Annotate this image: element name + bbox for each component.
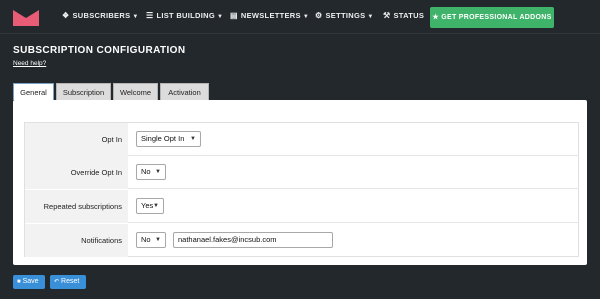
trophy-icon: ★	[432, 14, 439, 21]
save-button-label: Save	[22, 278, 39, 285]
nav-subscribers[interactable]: ❖ SUBSCRIBERS ▼	[62, 11, 139, 20]
nav-settings-label: SETTINGS	[325, 11, 366, 20]
chevron-down-icon: ▼	[132, 14, 139, 20]
top-navigation-bar: ❖ SUBSCRIBERS ▼ ☰ LIST BUILDING ▼ ▤ NEWSLETTE…	[0, 0, 600, 34]
brand-logo-icon[interactable]	[13, 10, 39, 26]
nav-settings[interactable]: ⚙ SETTINGS ▼	[315, 11, 374, 20]
form-row-repeated-subscriptions: Repeated subscriptions Yes ▼	[25, 190, 578, 223]
tab-general[interactable]: General	[13, 83, 54, 100]
chevron-down-icon: ▼	[216, 14, 224, 20]
override-opt-in-select-value: No	[141, 167, 151, 176]
nav-list-building-label: LIST BUILDING	[156, 11, 215, 20]
settings-panel: Opt In Single Opt In ▼ Override Opt In N…	[13, 100, 587, 265]
chevron-down-icon: ▼	[367, 14, 374, 20]
nav-newsletters[interactable]: ▤ NEWSLETTERS ▼	[230, 11, 309, 20]
tab-activation[interactable]: Activation	[160, 83, 209, 100]
tab-subscription[interactable]: Subscription	[56, 83, 111, 100]
page-title: SUBSCRIPTION CONFIGURATION	[13, 45, 186, 56]
list-icon: ☰	[146, 11, 154, 20]
users-icon: ❖	[62, 11, 70, 20]
opt-in-label: Opt In	[25, 123, 128, 156]
need-help-link[interactable]: Need help?	[13, 60, 46, 67]
chevron-down-icon: ▼	[155, 237, 161, 243]
nav-subscribers-label: SUBSCRIBERS	[72, 11, 131, 20]
opt-in-select-value: Single Opt In	[141, 134, 185, 143]
save-button[interactable]: ■ Save	[13, 275, 45, 289]
repeated-subscriptions-label: Repeated subscriptions	[25, 190, 128, 223]
chevron-down-icon: ▼	[190, 136, 196, 142]
nav-list-building[interactable]: ☰ LIST BUILDING ▼	[146, 11, 223, 20]
override-opt-in-select[interactable]: No ▼	[136, 164, 166, 180]
form-row-opt-in: Opt In Single Opt In ▼	[25, 123, 578, 156]
repeated-subscriptions-select-value: Yes	[141, 201, 154, 210]
save-icon: ■	[17, 279, 21, 285]
opt-in-select[interactable]: Single Opt In ▼	[136, 131, 201, 147]
reset-button[interactable]: ↶ Reset	[50, 275, 86, 289]
reset-button-label: Reset	[61, 278, 80, 285]
chevron-down-icon: ▼	[153, 203, 159, 209]
repeated-subscriptions-select[interactable]: Yes ▼	[136, 198, 164, 214]
nav-status[interactable]: ⚒ STATUS	[383, 11, 424, 20]
wrench-icon: ⚒	[383, 11, 391, 20]
notifications-label: Notifications	[25, 224, 128, 257]
notifications-select[interactable]: No ▼	[136, 232, 166, 248]
newsletter-icon: ▤	[230, 11, 238, 20]
gear-icon: ⚙	[315, 11, 323, 20]
form-row-notifications: Notifications No ▼ nathanael.fakes@incsu…	[25, 224, 578, 257]
nav-newsletters-label: NEWSLETTERS	[240, 11, 301, 20]
notifications-select-value: No	[141, 235, 151, 244]
undo-icon: ↶	[54, 279, 60, 285]
form-row-override-opt-in: Override Opt In No ▼	[25, 156, 578, 189]
get-professional-addons-label: GET PROFESSIONAL ADDONS	[441, 14, 552, 21]
tab-welcome[interactable]: Welcome	[113, 83, 158, 100]
chevron-down-icon: ▼	[302, 14, 310, 20]
notification-email-input[interactable]: nathanael.fakes@incsub.com	[173, 232, 333, 248]
override-opt-in-label: Override Opt In	[25, 156, 128, 189]
chevron-down-icon: ▼	[155, 169, 161, 175]
nav-status-label: STATUS	[393, 11, 425, 20]
settings-form: Opt In Single Opt In ▼ Override Opt In N…	[24, 122, 579, 257]
get-professional-addons-button[interactable]: ★ GET PROFESSIONAL ADDONS	[430, 7, 554, 28]
